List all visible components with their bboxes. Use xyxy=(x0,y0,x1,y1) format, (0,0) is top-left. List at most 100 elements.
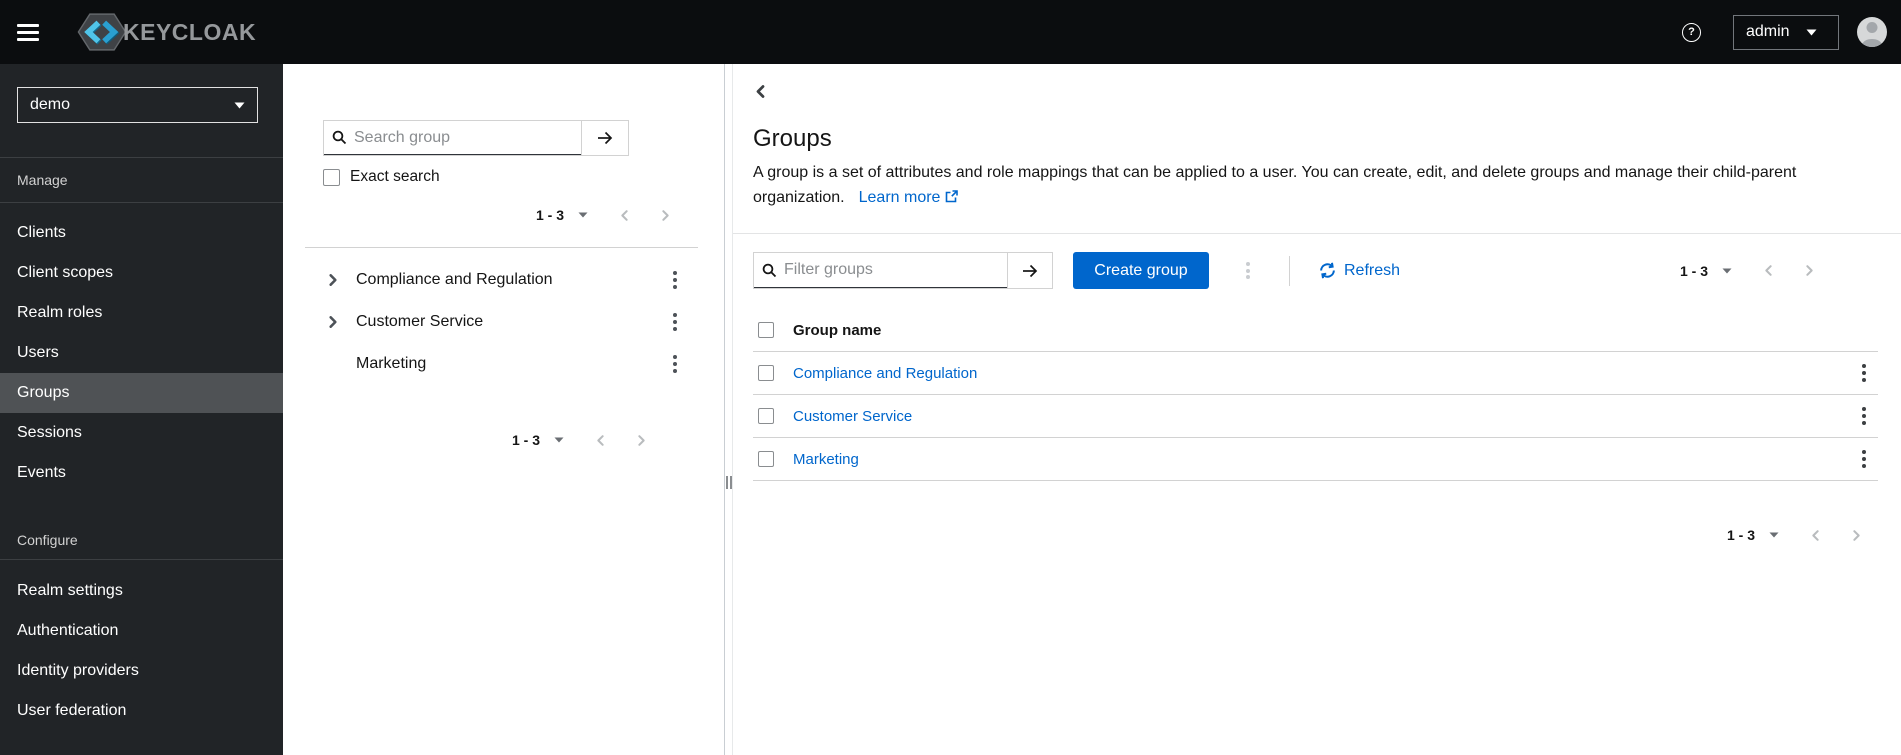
chevron-down-icon xyxy=(1806,29,1817,35)
user-dropdown[interactable]: admin xyxy=(1733,14,1839,50)
nav-toggle-hamburger-icon[interactable] xyxy=(17,23,39,41)
pagination-options-toggle[interactable] xyxy=(578,212,588,218)
pagination-next-button[interactable] xyxy=(635,434,648,447)
chevron-left-icon xyxy=(1812,529,1819,541)
tree-item-marketing: Marketing xyxy=(283,343,724,385)
pagination-prev-button[interactable] xyxy=(1762,264,1775,277)
sidebar-item-realm-roles[interactable]: Realm roles xyxy=(0,293,283,333)
user-dropdown-label: admin xyxy=(1746,23,1790,40)
pagination-next-button[interactable] xyxy=(1850,529,1863,542)
sidebar-item-sessions[interactable]: Sessions xyxy=(0,413,283,453)
sidebar-item-events[interactable]: Events xyxy=(0,453,283,493)
sidebar-section-configure: Configure xyxy=(0,520,283,560)
drag-handle-icon xyxy=(725,476,733,489)
sidebar-item-authentication[interactable]: Authentication xyxy=(0,611,283,651)
sidebar-item-user-federation[interactable]: User federation xyxy=(0,691,283,731)
row-kebab-menu-icon[interactable] xyxy=(1852,359,1876,387)
exact-search-checkbox[interactable] xyxy=(323,168,340,186)
row-kebab-menu-icon[interactable] xyxy=(1852,445,1876,473)
keycloak-admin-console: KEYCLOAK ? admin demo Manage Clients Cli… xyxy=(0,0,1901,755)
learn-more-link[interactable]: Learn more xyxy=(859,189,959,206)
group-search-field[interactable] xyxy=(324,121,581,155)
select-all-checkbox[interactable] xyxy=(758,322,774,338)
expand-chevron-icon[interactable] xyxy=(325,314,341,330)
refresh-button[interactable]: Refresh xyxy=(1319,262,1400,280)
external-link-icon xyxy=(946,190,959,203)
masthead: KEYCLOAK ? admin xyxy=(0,0,1901,64)
learn-more-label: Learn more xyxy=(858,189,941,206)
table-row: Marketing xyxy=(753,438,1878,481)
pagination-options-toggle[interactable] xyxy=(1769,532,1779,538)
sidebar-section-manage: Manage xyxy=(0,158,283,203)
tree-item-label[interactable]: Customer Service xyxy=(356,313,483,331)
group-search-submit-button[interactable] xyxy=(581,121,628,155)
avatar[interactable] xyxy=(1857,17,1887,47)
realm-selector-value: demo xyxy=(30,96,71,113)
expand-chevron-icon[interactable] xyxy=(325,272,341,288)
row-checkbox[interactable] xyxy=(758,451,774,467)
realm-selector[interactable]: demo xyxy=(17,87,258,123)
pagination-options-toggle[interactable] xyxy=(1722,268,1732,274)
tree-pagination-top: 1 - 3 xyxy=(536,201,672,229)
groups-table: Group name Compliance and Regulation Cus… xyxy=(753,309,1878,481)
sidebar-item-identity-providers[interactable]: Identity providers xyxy=(0,651,283,691)
filter-groups-submit-button[interactable] xyxy=(1007,253,1052,288)
pagination-next-button[interactable] xyxy=(1803,264,1816,277)
pagination-prev-button[interactable] xyxy=(594,434,607,447)
sidebar-item-realm-settings[interactable]: Realm settings xyxy=(0,571,283,611)
refresh-icon xyxy=(1320,262,1335,279)
arrow-right-icon xyxy=(1023,264,1038,277)
pagination-options-toggle[interactable] xyxy=(554,437,564,443)
kebab-menu-icon[interactable] xyxy=(661,266,689,294)
drawer-resize-splitter[interactable] xyxy=(724,64,733,755)
row-checkbox[interactable] xyxy=(758,365,774,381)
create-group-button[interactable]: Create group xyxy=(1073,252,1209,289)
groups-main-section: Groups A group is a set of attributes an… xyxy=(733,64,1901,755)
group-link[interactable]: Marketing xyxy=(793,451,859,468)
filter-groups-input[interactable] xyxy=(784,261,999,279)
exact-search-label[interactable]: Exact search xyxy=(350,168,440,186)
chevron-right-icon xyxy=(662,209,669,221)
pagination-range: 1 - 3 xyxy=(535,207,564,223)
tree-item-label[interactable]: Compliance and Regulation xyxy=(356,271,553,289)
toolbar-kebab-menu-icon[interactable] xyxy=(1230,253,1266,289)
sidebar-item-client-scopes[interactable]: Client scopes xyxy=(0,253,283,293)
sidebar-item-groups[interactable]: Groups xyxy=(0,373,283,413)
pagination-prev-button[interactable] xyxy=(618,209,631,222)
search-icon xyxy=(762,263,777,277)
masthead-right: ? admin xyxy=(1682,14,1901,50)
row-checkbox[interactable] xyxy=(758,408,774,424)
group-search-input[interactable] xyxy=(354,128,573,147)
keycloak-logo: KEYCLOAK xyxy=(67,12,256,52)
search-icon xyxy=(332,130,347,145)
kebab-menu-icon[interactable] xyxy=(661,350,689,378)
pagination-next-button[interactable] xyxy=(659,209,672,222)
group-tree: Compliance and Regulation Customer Servi… xyxy=(283,259,724,385)
groups-toolbar: Create group Refresh 1 - 3 xyxy=(753,252,1878,289)
tree-item-label[interactable]: Marketing xyxy=(356,355,426,373)
exact-search-row: Exact search xyxy=(323,168,440,186)
pagination-prev-button[interactable] xyxy=(1809,529,1822,542)
kebab-menu-icon[interactable] xyxy=(661,308,689,336)
table-header-row: Group name xyxy=(753,309,1878,352)
group-link[interactable]: Compliance and Regulation xyxy=(793,365,977,382)
pagination-range: 1 - 3 xyxy=(1679,262,1708,279)
pagination-range: 1 - 3 xyxy=(511,432,540,448)
help-icon[interactable]: ? xyxy=(1682,22,1701,42)
page-title: Groups xyxy=(753,125,832,152)
collapse-drawer-chevron-icon[interactable] xyxy=(753,84,768,99)
chevron-right-icon xyxy=(638,434,645,446)
caret-down-icon xyxy=(578,212,588,218)
chevron-left-icon xyxy=(1765,265,1772,276)
caret-down-icon xyxy=(554,437,564,443)
group-link[interactable]: Customer Service xyxy=(793,408,912,425)
sidebar-item-clients[interactable]: Clients xyxy=(0,213,283,253)
header-divider xyxy=(733,233,1901,234)
table-row: Customer Service xyxy=(753,395,1878,438)
chevron-right-icon xyxy=(1853,529,1860,541)
sidebar-item-users[interactable]: Users xyxy=(0,333,283,373)
group-search-group xyxy=(323,120,629,156)
row-kebab-menu-icon[interactable] xyxy=(1852,402,1876,430)
caret-down-icon xyxy=(1722,268,1732,273)
filter-groups-field[interactable] xyxy=(754,253,1007,288)
